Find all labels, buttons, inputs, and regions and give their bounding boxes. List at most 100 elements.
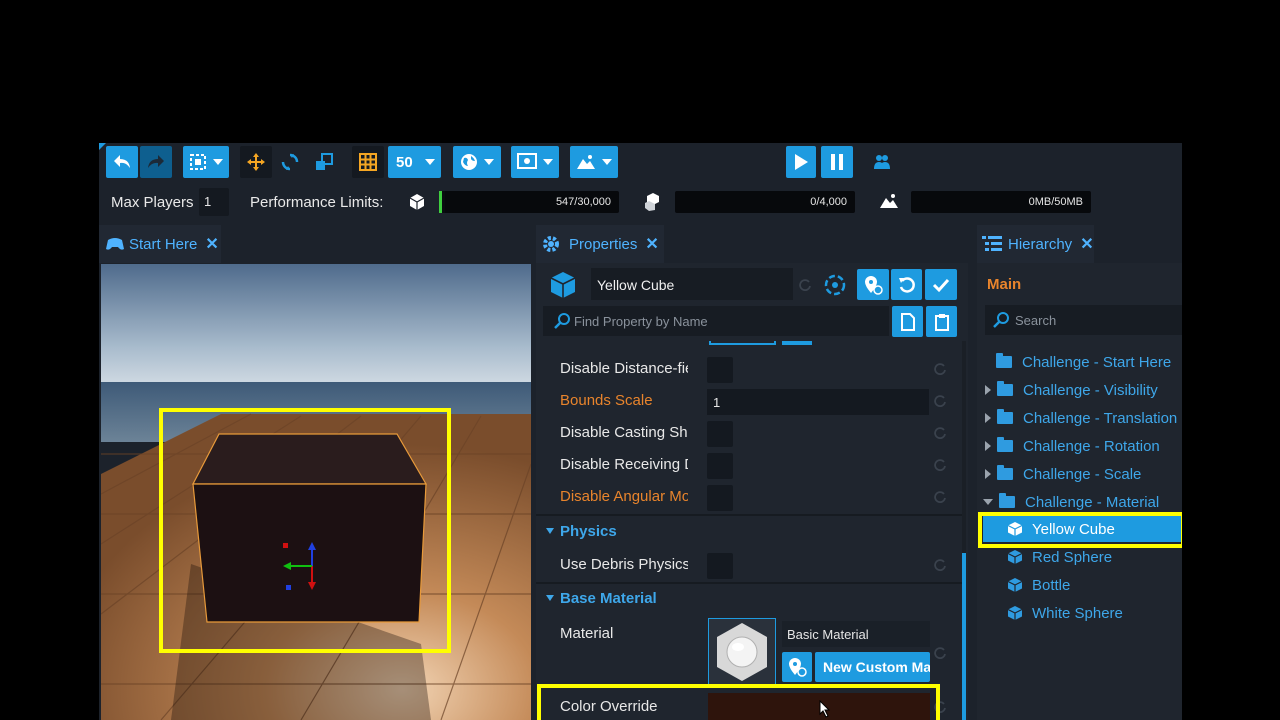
checkbox[interactable] <box>707 485 733 511</box>
redo-button[interactable] <box>140 146 172 178</box>
folder-icon <box>997 437 1013 452</box>
tree-item-bottle[interactable]: Bottle <box>1007 572 1070 598</box>
revert-button[interactable] <box>891 269 922 300</box>
undo-circle-icon <box>898 276 915 293</box>
rotate-tool-button[interactable] <box>275 146 305 178</box>
hierarchy-search-field[interactable]: Search <box>985 305 1182 335</box>
scale-tool-button[interactable] <box>309 146 339 178</box>
checkbox[interactable] <box>707 357 733 383</box>
scrollbar-thumb[interactable] <box>962 553 966 720</box>
tab-properties[interactable]: Properties ✕ <box>536 225 664 263</box>
reset-icon[interactable] <box>934 394 947 407</box>
grid-size-dropdown[interactable]: 50 <box>388 146 441 178</box>
pause-button[interactable] <box>821 146 853 178</box>
search-icon <box>993 312 1009 328</box>
memory-text: 0MB/50MB <box>1028 196 1083 208</box>
collapse-icon[interactable] <box>983 499 993 505</box>
expand-icon[interactable] <box>985 413 991 423</box>
multiplayer-preview-button[interactable] <box>867 146 897 178</box>
reset-icon[interactable] <box>934 558 947 571</box>
checkbox[interactable] <box>707 453 733 479</box>
tree-item-white-sphere[interactable]: White Sphere <box>1007 600 1123 626</box>
tree-item-challenge-translation[interactable]: Challenge - Translation <box>985 405 1177 431</box>
clipboard-icon <box>934 313 949 331</box>
reset-icon[interactable] <box>934 362 947 375</box>
section-physics[interactable]: Physics <box>536 517 964 547</box>
row-bounds-scale: Bounds Scale 1 <box>536 385 964 417</box>
move-tool-button[interactable] <box>240 146 272 178</box>
close-icon[interactable]: ✕ <box>205 234 218 254</box>
tab-hierarchy-label: Hierarchy <box>1008 235 1073 253</box>
object-name-input[interactable]: Yellow Cube <box>591 268 793 300</box>
folder-icon <box>997 381 1013 396</box>
tree-item-challenge-rotation[interactable]: Challenge - Rotation <box>985 433 1160 459</box>
checkbox[interactable] <box>707 421 733 447</box>
material-picker-button[interactable] <box>782 652 812 682</box>
close-icon[interactable]: ✕ <box>1080 234 1093 254</box>
tab-start-here[interactable]: Start Here ✕ <box>99 225 221 263</box>
network-icon[interactable] <box>823 273 847 297</box>
selection-mode-dropdown[interactable] <box>183 146 229 178</box>
property-label: Disable Receiving D <box>560 456 688 473</box>
reset-icon[interactable] <box>934 490 947 503</box>
collapse-icon <box>546 595 554 601</box>
bounds-scale-input[interactable]: 1 <box>707 389 929 415</box>
reset-icon[interactable] <box>934 426 947 439</box>
material-thumbnail[interactable] <box>708 618 776 686</box>
new-custom-material-button[interactable]: New Custom Ma <box>815 652 930 682</box>
max-players-input[interactable]: 1 <box>199 188 229 216</box>
tree-item-label: Red Sphere <box>1032 548 1113 566</box>
folder-icon <box>996 353 1012 368</box>
location-pin-icon <box>789 658 807 677</box>
hierarchy-root[interactable]: Main <box>987 276 1021 293</box>
max-players-label: Max Players <box>111 194 194 211</box>
section-base-material[interactable]: Base Material <box>536 584 964 614</box>
copy-icon <box>900 312 915 331</box>
pause-icon <box>831 154 843 170</box>
undo-button[interactable] <box>106 146 138 178</box>
row-disable-casting-shadows: Disable Casting Sha <box>536 417 964 449</box>
world-space-dropdown[interactable] <box>453 146 501 178</box>
reset-icon[interactable] <box>934 458 947 471</box>
clipped-button <box>782 341 812 345</box>
rotate-icon <box>281 153 299 171</box>
row-material: Material Basic Material New Custom Ma <box>536 618 964 688</box>
section-title: Base Material <box>560 590 657 607</box>
tree-item-label: Challenge - Rotation <box>1023 437 1160 455</box>
add-marker-button[interactable] <box>857 269 889 300</box>
expand-icon[interactable] <box>985 441 991 451</box>
copy-properties-button[interactable] <box>892 306 923 337</box>
section-title: Physics <box>560 523 617 540</box>
tab-start-here-label: Start Here <box>129 235 198 253</box>
tree-item-label: Challenge - Material <box>1025 493 1160 511</box>
tab-hierarchy[interactable]: Hierarchy ✕ <box>977 225 1094 263</box>
properties-panel: Yellow Cube Find Property by Name Disabl… <box>536 263 968 720</box>
property-label: Disable Angular Mo <box>560 488 688 505</box>
tree-item-label: White Sphere <box>1032 604 1123 622</box>
paste-properties-button[interactable] <box>926 306 957 337</box>
object-count-bar: 547/30,000 <box>439 191 619 213</box>
cube-icon <box>1007 550 1023 564</box>
grid-snap-toggle[interactable] <box>352 146 384 178</box>
gamepad-icon <box>106 238 124 250</box>
expand-icon[interactable] <box>985 469 991 479</box>
reset-icon[interactable] <box>934 646 947 659</box>
expand-icon[interactable] <box>985 385 991 395</box>
tree-item-challenge-visibility[interactable]: Challenge - Visibility <box>985 377 1158 403</box>
reset-icon[interactable] <box>799 278 812 291</box>
property-label: Use Debris Physics <box>560 556 688 573</box>
networked-count-text: 0/4,000 <box>810 196 847 208</box>
scene-viewport[interactable] <box>101 264 531 720</box>
apply-button[interactable] <box>925 269 957 300</box>
close-icon[interactable]: ✕ <box>645 234 658 254</box>
play-button[interactable] <box>786 146 816 178</box>
camera-view-dropdown[interactable] <box>511 146 559 178</box>
preview-mode-dropdown[interactable] <box>570 146 618 178</box>
checkbox[interactable] <box>707 553 733 579</box>
tree-item-challenge-start-here[interactable]: Challenge - Start Here <box>996 349 1171 375</box>
tree-item-challenge-scale[interactable]: Challenge - Scale <box>985 461 1141 487</box>
property-list[interactable]: Disable Distance-fie Bounds Scale 1 Disa… <box>536 341 968 720</box>
new-custom-material-label: New Custom Ma <box>823 659 930 675</box>
folder-icon <box>997 465 1013 480</box>
property-search-field[interactable]: Find Property by Name <box>543 306 889 336</box>
